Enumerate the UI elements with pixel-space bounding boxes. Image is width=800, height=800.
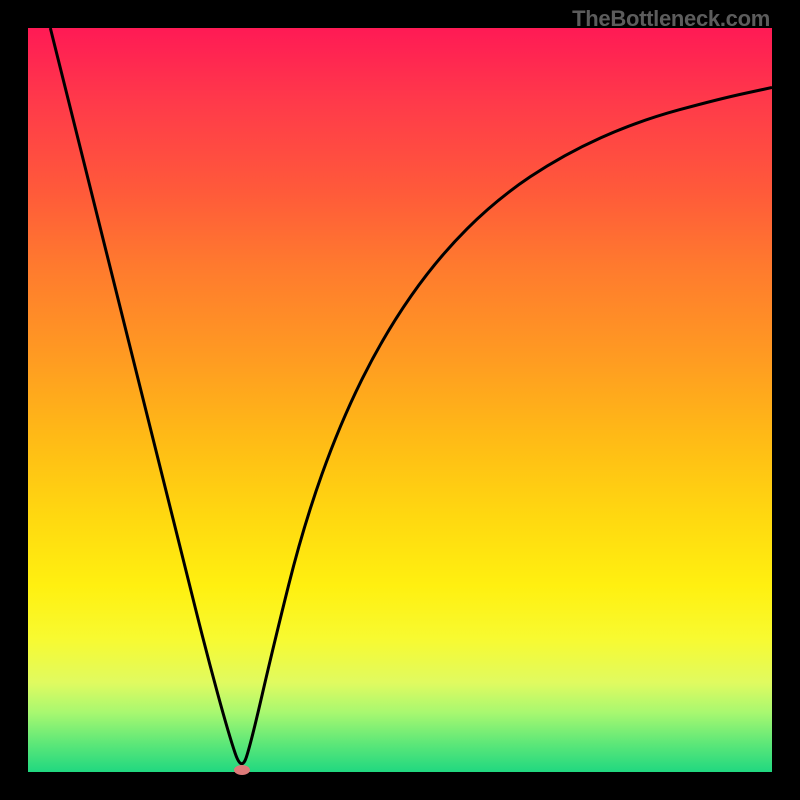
watermark-text: TheBottleneck.com (572, 6, 770, 32)
min-marker (234, 765, 250, 775)
plot-area (28, 28, 772, 772)
chart-container: TheBottleneck.com (0, 0, 800, 800)
